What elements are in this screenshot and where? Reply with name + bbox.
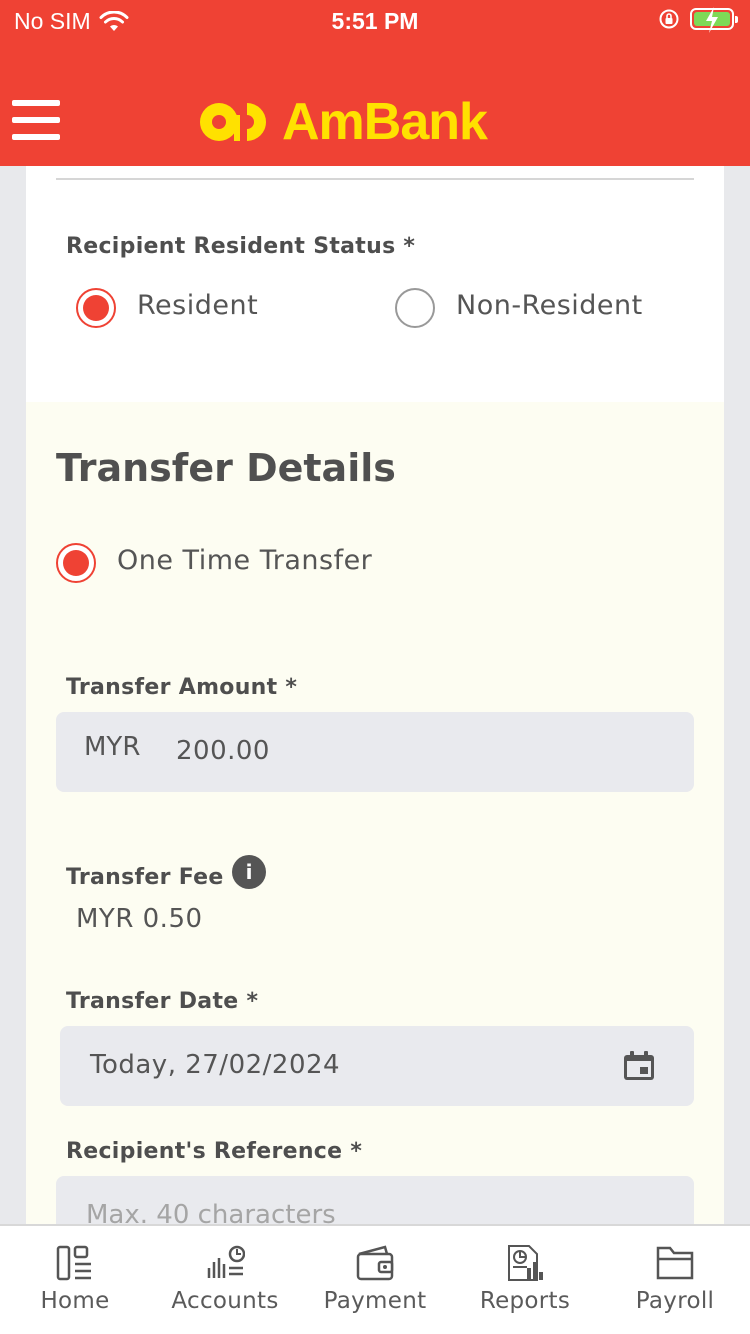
tab-payment[interactable]: Payment bbox=[300, 1226, 450, 1334]
transfer-amount-label: Transfer Amount * bbox=[66, 675, 298, 700]
divider bbox=[56, 178, 694, 180]
tab-reports-label: Reports bbox=[479, 1288, 571, 1314]
app-header: No SIM 5:51 PM AmBank bbox=[0, 0, 750, 166]
tab-payroll[interactable]: Payroll bbox=[600, 1226, 750, 1334]
folder-icon bbox=[656, 1246, 694, 1280]
one-time-transfer-radio[interactable] bbox=[56, 543, 96, 583]
reference-placeholder[interactable]: Max. 40 characters bbox=[86, 1200, 336, 1226]
tab-payment-label: Payment bbox=[323, 1288, 427, 1314]
resident-radio-label[interactable]: Resident bbox=[137, 290, 258, 321]
transfer-date-label: Transfer Date * bbox=[66, 989, 259, 1014]
recipient-reference-label: Recipient's Reference * bbox=[66, 1139, 363, 1164]
transfer-fee-label: Transfer Fee bbox=[66, 865, 224, 890]
calendar-icon[interactable] bbox=[623, 1051, 655, 1081]
tab-payroll-label: Payroll bbox=[635, 1288, 715, 1314]
ambank-logo-icon bbox=[199, 103, 267, 141]
non-resident-radio-label[interactable]: Non-Resident bbox=[456, 290, 643, 321]
wallet-icon bbox=[356, 1245, 394, 1281]
tab-home-label: Home bbox=[40, 1288, 110, 1314]
transfer-form-card: Recipient Resident Status * Resident Non… bbox=[26, 166, 724, 1226]
recipient-reference-field[interactable]: Max. 40 characters bbox=[56, 1176, 694, 1226]
one-time-transfer-label[interactable]: One Time Transfer bbox=[117, 545, 372, 576]
rotation-lock-icon bbox=[659, 9, 679, 29]
status-time: 5:51 PM bbox=[331, 8, 419, 34]
tab-home[interactable]: Home bbox=[0, 1226, 150, 1334]
amount-value[interactable]: 200.00 bbox=[176, 736, 270, 766]
section-title: Transfer Details bbox=[56, 446, 396, 490]
info-icon[interactable]: i bbox=[232, 855, 266, 889]
reports-icon bbox=[508, 1245, 543, 1281]
bottom-tab-bar: Home Accounts Payment Reports Payroll bbox=[0, 1224, 750, 1334]
status-right bbox=[658, 7, 738, 33]
tab-accounts-label: Accounts bbox=[171, 1288, 279, 1314]
home-icon bbox=[56, 1245, 91, 1281]
menu-button[interactable] bbox=[12, 100, 60, 142]
status-bar: No SIM 5:51 PM bbox=[0, 0, 750, 40]
transfer-details-section: Transfer Details One Time Transfer Trans… bbox=[26, 402, 724, 1226]
transfer-date-value[interactable]: Today, 27/02/2024 bbox=[90, 1050, 340, 1080]
amount-currency: MYR bbox=[84, 732, 141, 762]
brand-name: AmBank bbox=[282, 93, 488, 151]
tab-reports[interactable]: Reports bbox=[450, 1226, 600, 1334]
ambank-logo: AmBank bbox=[196, 93, 488, 151]
accounts-icon bbox=[207, 1245, 245, 1278]
transfer-fee-value: MYR 0.50 bbox=[76, 904, 203, 934]
tab-accounts[interactable]: Accounts bbox=[150, 1226, 300, 1334]
resident-status-label: Recipient Resident Status * bbox=[66, 234, 416, 259]
non-resident-radio[interactable] bbox=[395, 288, 435, 328]
transfer-amount-field[interactable]: MYR 200.00 bbox=[56, 712, 694, 792]
battery-icon bbox=[690, 7, 738, 33]
resident-radio[interactable] bbox=[76, 288, 116, 328]
transfer-date-field[interactable]: Today, 27/02/2024 bbox=[60, 1026, 694, 1106]
